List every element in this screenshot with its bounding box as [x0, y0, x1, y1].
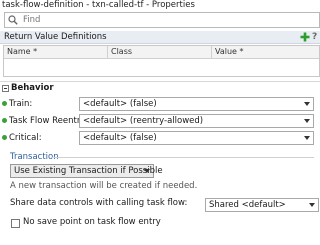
- dropdown-value: <default> (false): [83, 99, 157, 109]
- add-icon[interactable]: [300, 32, 310, 42]
- chevron-down-icon[interactable]: [304, 119, 310, 123]
- chevron-down-icon[interactable]: [304, 102, 310, 106]
- property-label: Train:: [9, 99, 33, 109]
- dropdown-value: Use Existing Transaction if Possible: [14, 166, 163, 176]
- dropdown-value: <default> (false): [83, 133, 157, 143]
- share-data-controls-dropdown[interactable]: Shared <default>: [205, 198, 319, 212]
- chevron-down-icon[interactable]: [304, 136, 310, 140]
- column-header-name[interactable]: Name *: [4, 46, 108, 59]
- property-label: Critical:: [9, 133, 42, 143]
- no-save-point-checkbox[interactable]: [11, 219, 20, 228]
- return-values-table[interactable]: Name * Class Value *: [3, 45, 320, 77]
- critical-dropdown[interactable]: <default> (false): [79, 131, 314, 145]
- task-flow-reentry-dropdown[interactable]: <default> (reentry-allowed): [79, 114, 314, 128]
- column-header-value[interactable]: Value *: [212, 46, 319, 59]
- chevron-down-icon[interactable]: [144, 169, 150, 173]
- property-label: Task Flow Reentry:: [9, 116, 88, 126]
- share-data-controls-label: Share data controls with calling task fl…: [10, 198, 188, 208]
- help-icon[interactable]: ?: [312, 31, 320, 44]
- section-title: Behavior: [11, 83, 54, 93]
- search-input[interactable]: [23, 14, 303, 26]
- dropdown-value: Shared <default>: [209, 200, 286, 210]
- search-icon: [8, 15, 18, 25]
- property-row-task-flow-reentry: Task Flow Reentry: <default> (reentry-al…: [0, 114, 320, 128]
- train-dropdown[interactable]: <default> (false): [79, 97, 314, 111]
- window-title: task-flow-definition - txn-called-tf - P…: [0, 0, 320, 11]
- dropdown-value: <default> (reentry-allowed): [83, 116, 204, 126]
- collapse-icon[interactable]: [2, 85, 9, 92]
- divider: [52, 157, 314, 158]
- return-value-definitions-header: Return Value Definitions ?: [0, 31, 320, 44]
- behavior-section-header[interactable]: Behavior: [0, 81, 320, 94]
- search-box[interactable]: [4, 12, 320, 28]
- transaction-description: A new transaction will be created if nee…: [10, 181, 198, 191]
- transaction-mode-dropdown[interactable]: Use Existing Transaction if Possible: [10, 164, 163, 178]
- column-header-class[interactable]: Class: [108, 46, 212, 59]
- section-title: Return Value Definitions: [4, 32, 107, 42]
- table-header-row: Name * Class Value *: [4, 46, 319, 59]
- property-row-train: Train: <default> (false): [0, 97, 320, 111]
- property-row-critical: Critical: <default> (false): [0, 131, 320, 145]
- no-save-point-label[interactable]: No save point on task flow entry: [23, 217, 161, 227]
- required-indicator-icon: [2, 135, 7, 140]
- required-indicator-icon: [2, 101, 7, 106]
- required-indicator-icon: [2, 118, 7, 123]
- chevron-down-icon[interactable]: [309, 203, 315, 207]
